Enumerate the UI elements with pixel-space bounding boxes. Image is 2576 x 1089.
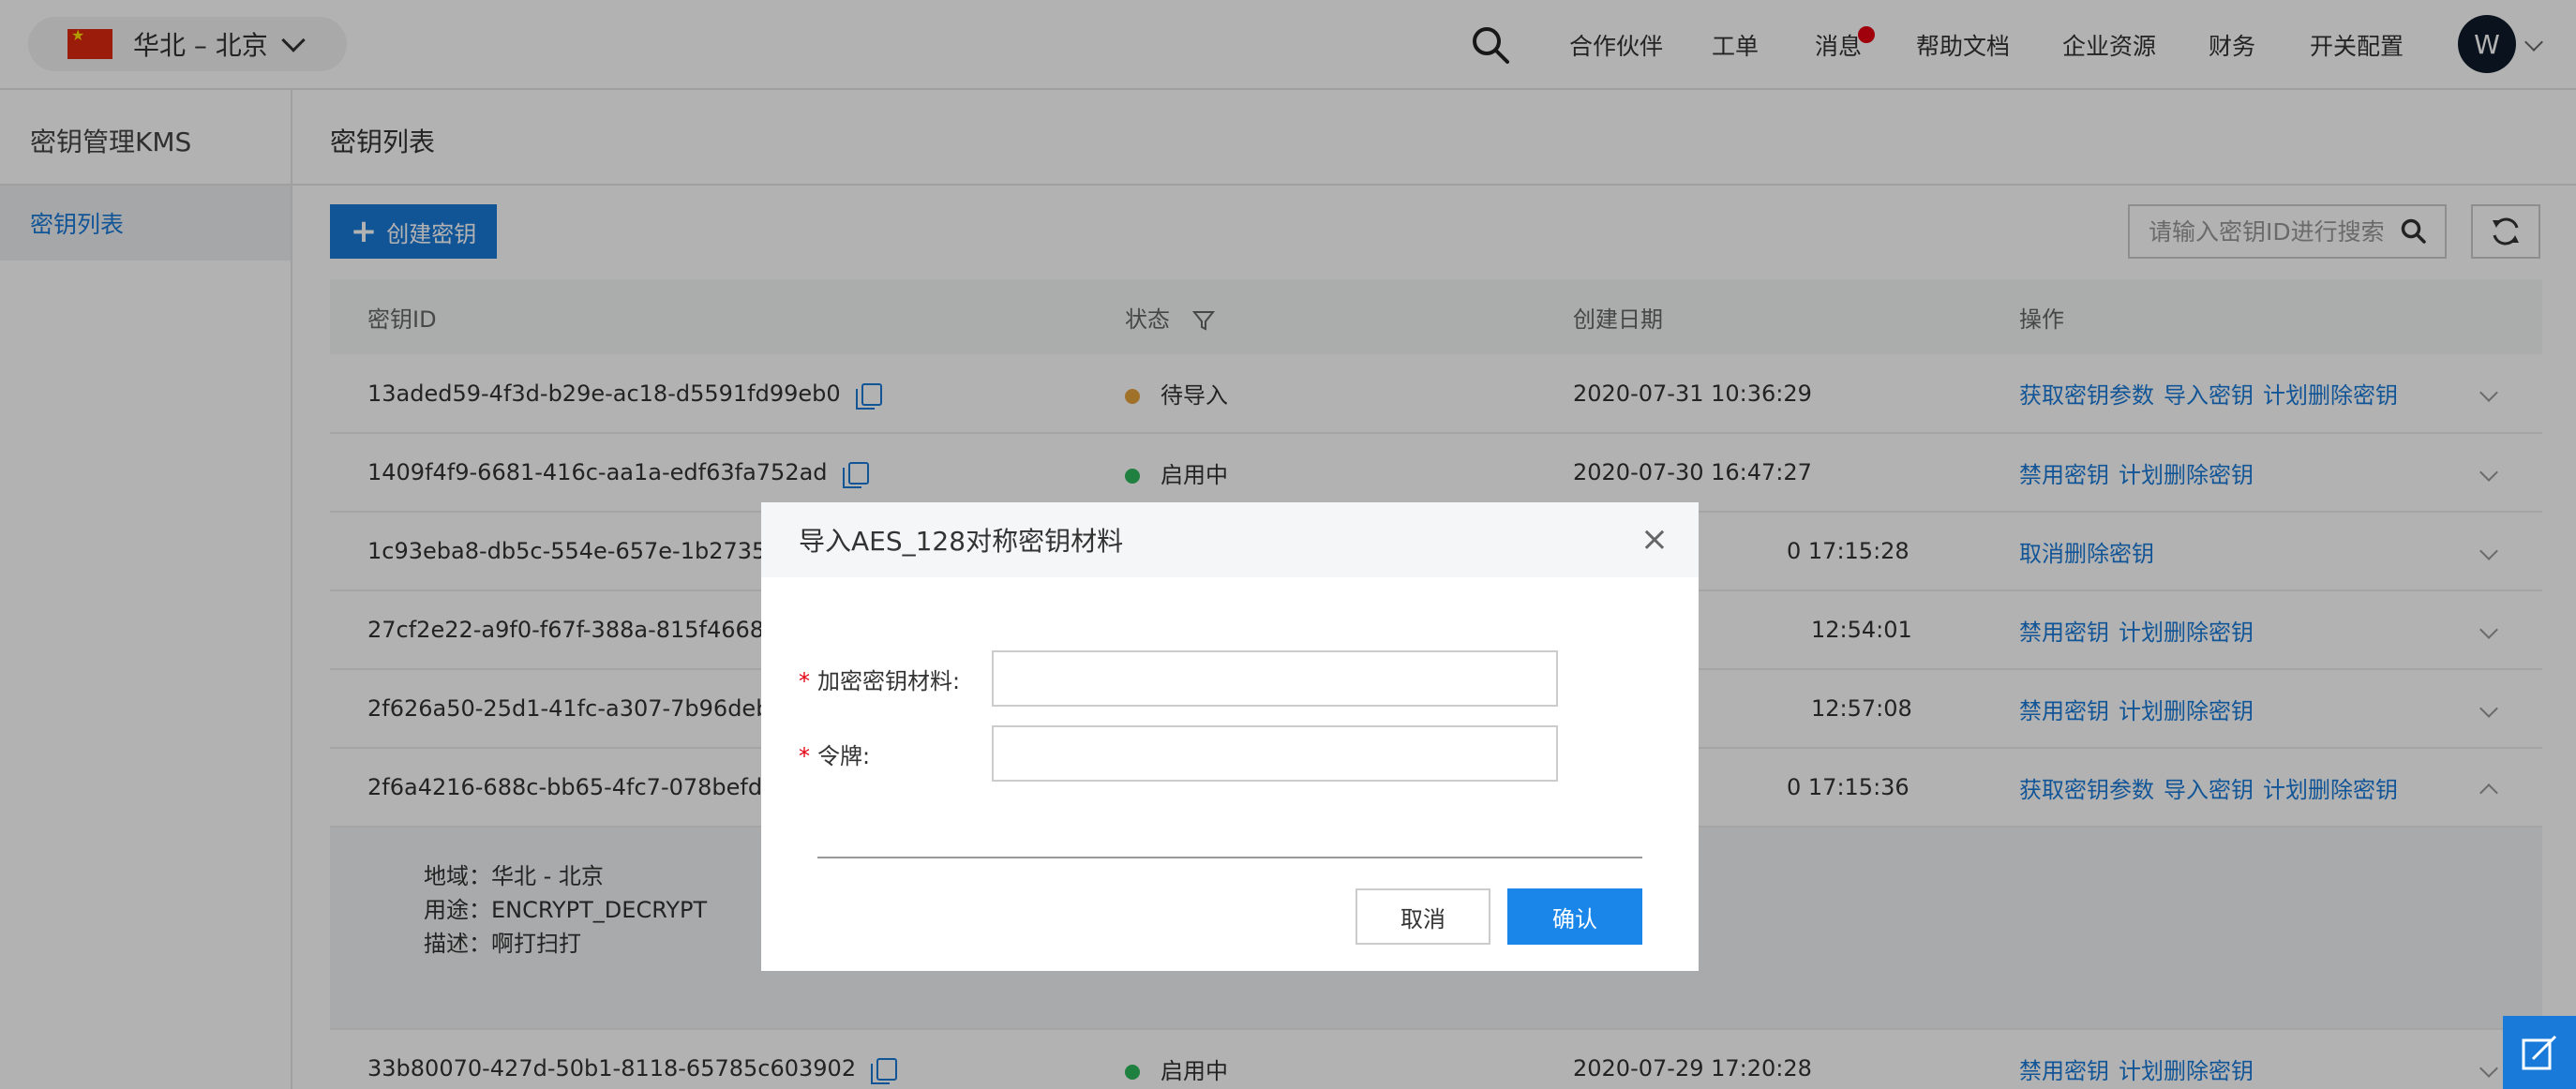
required-mark: * (799, 742, 810, 769)
divider (817, 857, 1642, 858)
confirm-button[interactable]: 确认 (1507, 888, 1642, 945)
feedback-button[interactable] (2503, 1016, 2576, 1089)
form-row-key-material: * 加密密钥材料: (799, 650, 1558, 707)
token-label-text: 令牌: (817, 742, 871, 769)
dialog-title: 导入AES_128对称密钥材料 (799, 526, 1124, 557)
import-key-dialog: 导入AES_128对称密钥材料 × * 加密密钥材料: * 令牌: 取消 确认 (761, 502, 1699, 971)
edit-icon (2522, 1035, 2557, 1070)
key-material-label: * 加密密钥材料: (799, 663, 992, 695)
key-material-input[interactable] (992, 650, 1558, 707)
close-icon[interactable]: × (1640, 523, 1669, 557)
token-input[interactable] (992, 725, 1558, 782)
cancel-button[interactable]: 取消 (1355, 888, 1490, 945)
required-mark: * (799, 667, 810, 694)
dialog-header: 导入AES_128对称密钥材料 × (761, 502, 1699, 577)
token-label: * 令牌: (799, 738, 992, 770)
form-row-token: * 令牌: (799, 725, 1558, 782)
key-material-label-text: 加密密钥材料: (817, 667, 961, 694)
